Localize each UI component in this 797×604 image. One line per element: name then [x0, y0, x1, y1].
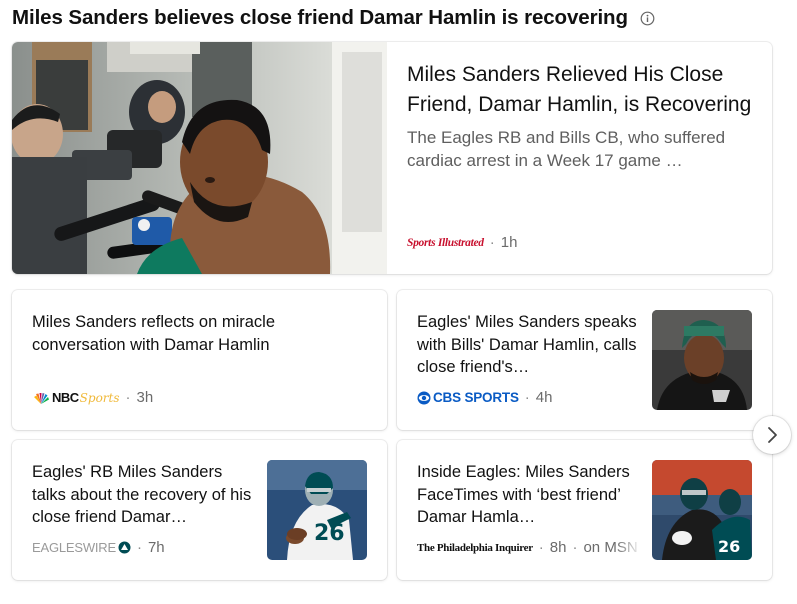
card-headline[interactable]: Miles Sanders reflects on miracle conver… — [32, 311, 362, 356]
nbc-peacock-icon — [32, 392, 50, 404]
svg-text:26: 26 — [718, 537, 740, 556]
cbs-eye-icon — [417, 391, 431, 405]
card-meta: The Philadelphia Inquirer · 8h · on MSN — [417, 539, 638, 556]
card-thumbnail — [652, 310, 752, 410]
card-time: 8h — [549, 539, 567, 556]
hero-image — [12, 42, 387, 274]
hero-meta: Sports Illustrated · 1h — [407, 234, 518, 251]
hero-news-card[interactable]: Miles Sanders Relieved His Close Friend,… — [12, 42, 772, 274]
hero-time: 1h — [500, 234, 518, 251]
source-logo-cbs: CBS SPORTS — [433, 390, 519, 405]
hero-snippet: The Eagles RB and Bills CB, who suffered… — [407, 128, 726, 170]
hero-headline[interactable]: Miles Sanders Relieved His Close Friend,… — [407, 60, 757, 120]
news-card-cbs[interactable]: Eagles' Miles Sanders speaks with Bills'… — [397, 290, 772, 430]
svg-text:26: 26 — [314, 521, 345, 546]
card-time: 3h — [136, 389, 154, 406]
source-logo-philadelphia-inquirer: The Philadelphia Inquirer — [417, 541, 533, 554]
card-headline[interactable]: Inside Eagles: Miles Sanders FaceTimes w… — [417, 461, 642, 529]
section-header: Miles Sanders believes close friend Dama… — [12, 6, 655, 30]
source-logo-nbc: NBC — [52, 390, 79, 405]
card-time: 7h — [147, 539, 165, 556]
source-logo-nbc-script: Sports — [79, 390, 120, 405]
news-card-nbc[interactable]: Miles Sanders reflects on miracle conver… — [12, 290, 387, 430]
info-icon[interactable] — [640, 11, 655, 26]
carousel-next-button[interactable] — [753, 416, 791, 454]
chevron-right-icon — [765, 426, 779, 444]
card-meta: EAGLESWIRE · 7h — [32, 539, 165, 556]
card-headline[interactable]: Eagles' Miles Sanders speaks with Bills'… — [417, 311, 642, 379]
source-logo-sports-illustrated: Sports Illustrated — [407, 236, 484, 249]
source-logo-eagleswire: EAGLESWIRE — [32, 540, 116, 555]
hero-text: Miles Sanders Relieved His Close Friend,… — [407, 60, 757, 172]
card-meta: CBS SPORTS · 4h — [417, 389, 552, 406]
card-headline[interactable]: Eagles' RB Miles Sanders talks about the… — [32, 461, 257, 529]
card-thumbnail: 26 — [652, 460, 752, 560]
section-title: Miles Sanders believes close friend Dama… — [12, 6, 628, 29]
news-card-inquirer[interactable]: Inside Eagles: Miles Sanders FaceTimes w… — [397, 440, 772, 580]
card-meta: NBC Sports · 3h — [32, 389, 153, 406]
card-time: 4h — [535, 389, 553, 406]
eagleswire-icon — [118, 541, 131, 554]
card-thumbnail: 26 — [267, 460, 367, 560]
news-card-eagleswire[interactable]: Eagles' RB Miles Sanders talks about the… — [12, 440, 387, 580]
